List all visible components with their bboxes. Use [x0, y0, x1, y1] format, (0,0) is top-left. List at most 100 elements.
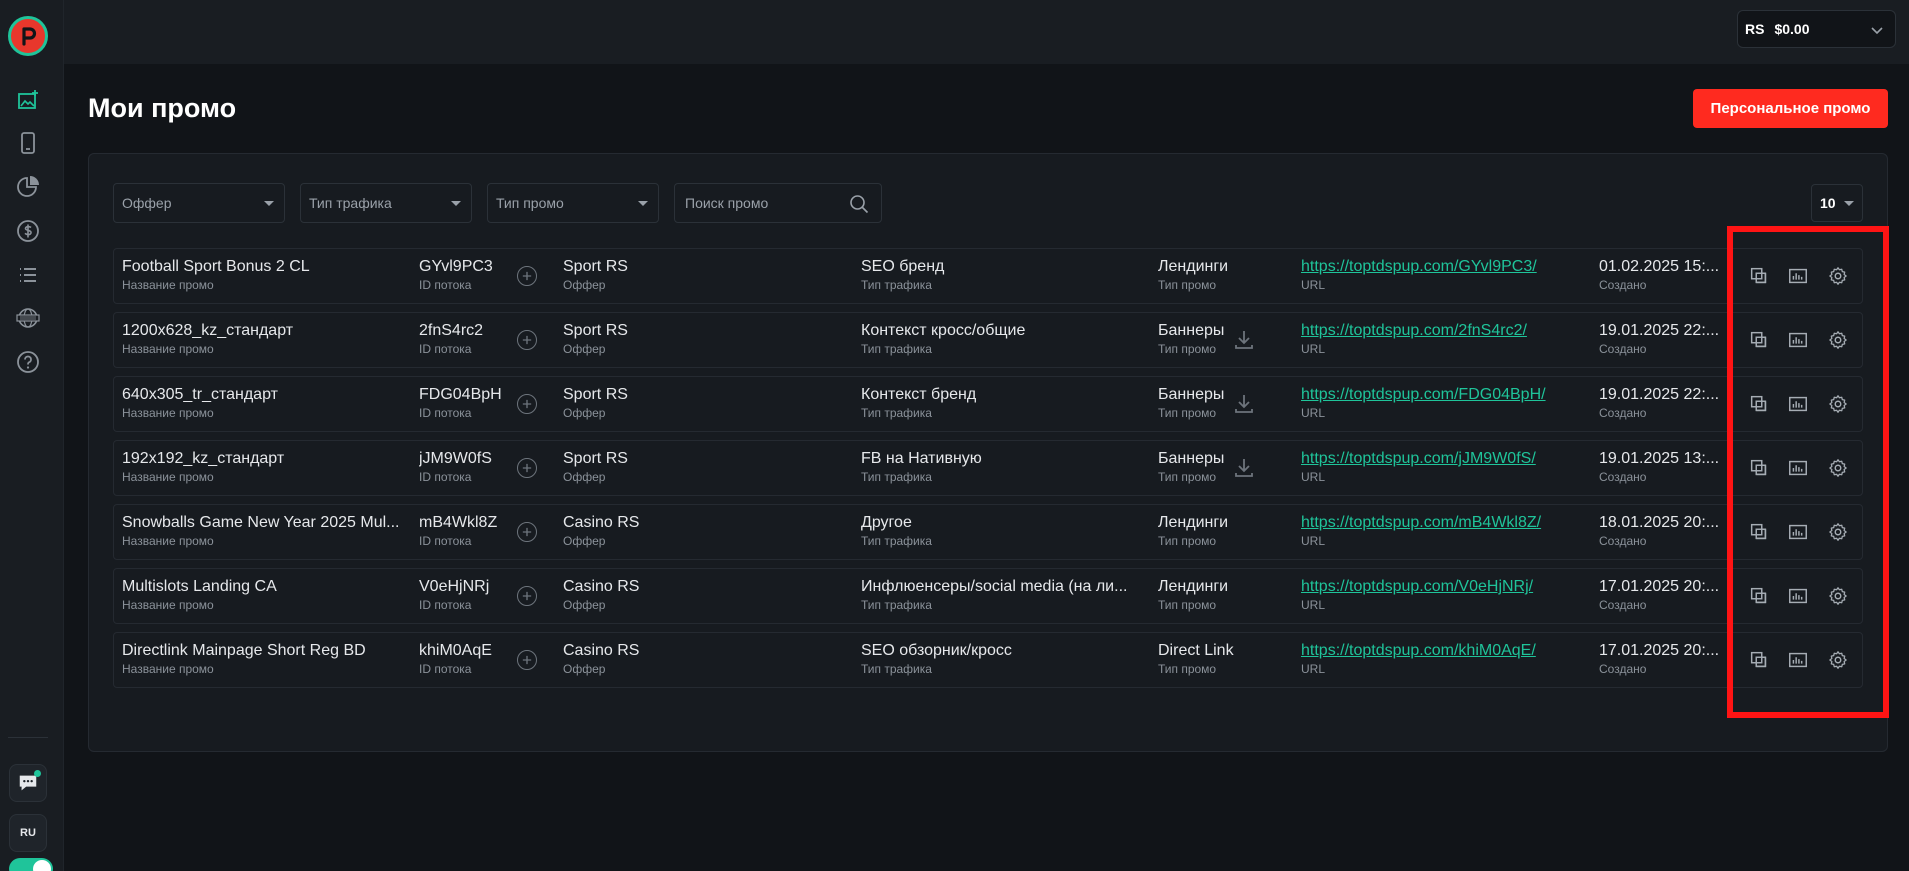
- language-switcher[interactable]: RU: [9, 814, 47, 852]
- sidebar-item-finance[interactable]: [12, 215, 44, 247]
- promo-url-link[interactable]: https://toptdspup.com/V0eHjNRj/: [1301, 578, 1591, 596]
- add-stream-button[interactable]: [517, 266, 537, 286]
- stream-id-cell: mB4Wkl8Z ID потока: [419, 514, 514, 549]
- url-cell: https://toptdspup.com/2fnS4rc2/ URL: [1301, 322, 1591, 357]
- caret-down-icon: [1844, 201, 1854, 206]
- promo-search: [674, 183, 882, 223]
- stream-id-cell: V0eHjNRj ID потока: [419, 578, 514, 613]
- add-stream-button[interactable]: [517, 330, 537, 350]
- gear-icon[interactable]: [1827, 265, 1849, 287]
- add-stream-button[interactable]: [517, 586, 537, 606]
- promo-name: Snowballs Game New Year 2025 Mul...: [122, 514, 400, 531]
- traffic-type-filter[interactable]: Тип трафика: [300, 183, 472, 223]
- promo-url-link[interactable]: https://toptdspup.com/2fnS4rc2/: [1301, 322, 1591, 340]
- statistics-icon[interactable]: [1787, 329, 1809, 351]
- statistics-icon[interactable]: [1787, 649, 1809, 671]
- caret-down-icon: [264, 201, 274, 206]
- gear-icon[interactable]: [1827, 585, 1849, 607]
- offer-label: Оффер: [563, 662, 606, 676]
- statistics-icon[interactable]: [1787, 585, 1809, 607]
- sidebar-item-promo[interactable]: [12, 84, 44, 116]
- add-stream-button[interactable]: [517, 458, 537, 478]
- created-cell: 19.01.2025 22:... Создано: [1599, 386, 1724, 421]
- statistics-icon[interactable]: [1787, 393, 1809, 415]
- created-label: Создано: [1599, 534, 1647, 548]
- traffic-label: Тип трафика: [861, 342, 932, 356]
- gear-icon[interactable]: [1827, 649, 1849, 671]
- sidebar-item-mobile[interactable]: [12, 127, 44, 159]
- personal-promo-button[interactable]: Персональное промо: [1693, 89, 1888, 128]
- promo-type-cell: Баннеры Тип промо: [1158, 322, 1238, 357]
- add-stream-button[interactable]: [517, 650, 537, 670]
- copy-icon[interactable]: [1748, 585, 1770, 607]
- offer-label: Оффер: [563, 470, 606, 484]
- chat-button[interactable]: [9, 764, 47, 802]
- offer-value: Sport RS: [563, 450, 628, 467]
- promo-name-label: Название промо: [122, 342, 214, 356]
- stream-id-label: ID потока: [419, 406, 472, 420]
- promo-name: 640x305_tr_стандарт: [122, 386, 278, 403]
- offer-cell: Sport RS Оффер: [563, 258, 813, 293]
- add-stream-button[interactable]: [517, 394, 537, 414]
- promo-url-link[interactable]: https://toptdspup.com/khiM0AqE/: [1301, 642, 1591, 660]
- add-stream-button[interactable]: [517, 522, 537, 542]
- statistics-icon[interactable]: [1787, 265, 1809, 287]
- copy-icon[interactable]: [1748, 649, 1770, 671]
- copy-icon[interactable]: [1748, 329, 1770, 351]
- sidebar-divider: [8, 737, 48, 738]
- stream-id-label: ID потока: [419, 534, 472, 548]
- traffic-cell: SEO обзорник/кросс Тип трафика: [861, 642, 1141, 677]
- download-icon[interactable]: [1232, 392, 1256, 416]
- offer-filter[interactable]: Оффер: [113, 183, 285, 223]
- stream-id: mB4Wkl8Z: [419, 514, 498, 531]
- promo-name-cell: Snowballs Game New Year 2025 Mul... Назв…: [122, 514, 412, 549]
- sidebar-item-news[interactable]: [12, 302, 44, 334]
- balance-selector[interactable]: RS $0.00: [1737, 10, 1896, 48]
- list-icon: [20, 268, 36, 282]
- created-cell: 19.01.2025 22:... Создано: [1599, 322, 1724, 357]
- gear-icon[interactable]: [1827, 329, 1849, 351]
- stream-id-cell: 2fnS4rc2 ID потока: [419, 322, 514, 357]
- url-cell: https://toptdspup.com/khiM0AqE/ URL: [1301, 642, 1591, 677]
- url-label: URL: [1301, 470, 1326, 484]
- promo-row: Multislots Landing CA Название промо V0e…: [113, 568, 1863, 624]
- traffic-cell: Инфлюенсеры/social media (на ли... Тип т…: [861, 578, 1141, 613]
- statistics-icon[interactable]: [1787, 457, 1809, 479]
- copy-icon[interactable]: [1748, 521, 1770, 543]
- copy-icon[interactable]: [1748, 265, 1770, 287]
- theme-toggle[interactable]: [9, 858, 53, 871]
- statistics-icon[interactable]: [1787, 521, 1809, 543]
- gear-icon[interactable]: [1827, 521, 1849, 543]
- copy-icon[interactable]: [1748, 457, 1770, 479]
- sidebar-item-help[interactable]: [12, 346, 44, 378]
- promo-url-link[interactable]: https://toptdspup.com/jJM9W0fS/: [1301, 450, 1591, 468]
- promo-url-link[interactable]: https://toptdspup.com/FDG04BpH/: [1301, 386, 1591, 404]
- created-cell: 18.01.2025 20:... Создано: [1599, 514, 1724, 549]
- promo-name-cell: 1200x628_kz_стандарт Название промо: [122, 322, 412, 357]
- sidebar-item-statistics[interactable]: [12, 171, 44, 203]
- copy-icon[interactable]: [1748, 393, 1770, 415]
- page-title: Мои промо: [88, 93, 237, 123]
- download-icon[interactable]: [1232, 328, 1256, 352]
- download-icon[interactable]: [1232, 456, 1256, 480]
- promo-url-link[interactable]: https://toptdspup.com/mB4Wkl8Z/: [1301, 514, 1591, 532]
- url-label: URL: [1301, 534, 1326, 548]
- promo-name-label: Название промо: [122, 406, 214, 420]
- promo-url-link[interactable]: https://toptdspup.com/GYvl9PC3/: [1301, 258, 1591, 276]
- promo-type-filter[interactable]: Тип промо: [487, 183, 659, 223]
- sidebar-item-list[interactable]: [12, 259, 44, 291]
- caret-down-icon: [451, 201, 461, 206]
- search-input[interactable]: [675, 184, 845, 222]
- stream-id-label: ID потока: [419, 342, 472, 356]
- gear-icon[interactable]: [1827, 393, 1849, 415]
- search-icon[interactable]: [849, 194, 869, 214]
- promo-row: Snowballs Game New Year 2025 Mul... Назв…: [113, 504, 1863, 560]
- gear-icon[interactable]: [1827, 457, 1849, 479]
- offer-cell: Casino RS Оффер: [563, 642, 813, 677]
- brand-logo[interactable]: [8, 16, 48, 56]
- offer-cell: Sport RS Оффер: [563, 322, 813, 357]
- traffic-value: Контекст кросс/общие: [861, 322, 1026, 339]
- help-icon: [17, 351, 39, 373]
- per-page-select[interactable]: 10: [1811, 184, 1863, 222]
- created-value: 17.01.2025 20:...: [1599, 642, 1720, 659]
